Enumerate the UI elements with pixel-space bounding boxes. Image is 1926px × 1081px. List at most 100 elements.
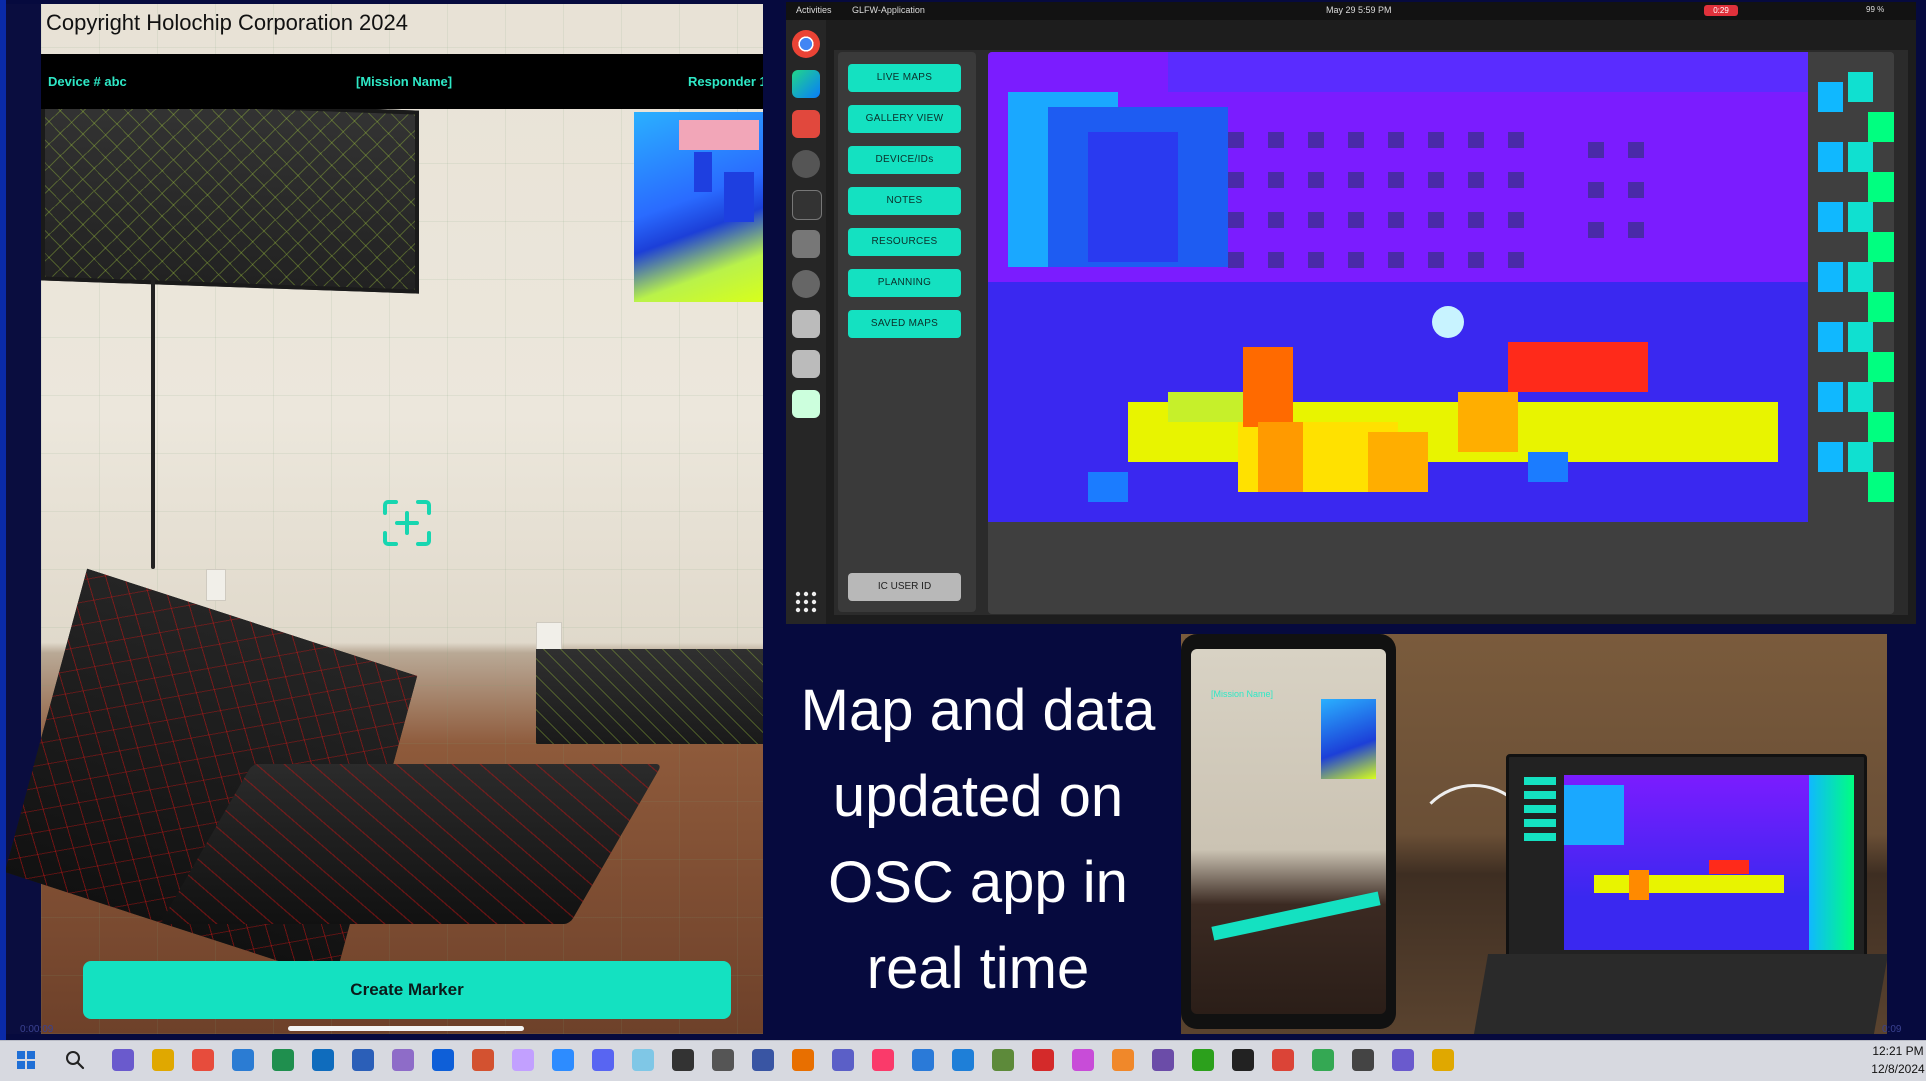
ubuntu-dock [786, 20, 826, 624]
home-indicator[interactable] [288, 1026, 524, 1031]
saved-maps-button[interactable]: SAVED MAPS [848, 310, 961, 338]
software-icon[interactable] [792, 270, 820, 298]
tablet-screen: [Mission Name] [1191, 649, 1386, 1014]
acrobat-icon[interactable] [1112, 1049, 1134, 1071]
settings-icon[interactable] [792, 150, 820, 178]
map-region [1368, 432, 1428, 492]
copilot-icon[interactable] [152, 1049, 174, 1071]
clion-icon[interactable] [792, 70, 820, 98]
notes-button[interactable]: NOTES [848, 187, 961, 215]
map-region [1088, 132, 1178, 262]
activities-menu[interactable]: Activities [796, 5, 832, 15]
document-icon[interactable] [792, 350, 820, 378]
task-view-icon[interactable] [112, 1049, 134, 1071]
files-icon[interactable] [792, 110, 820, 138]
paint-icon[interactable] [472, 1049, 494, 1071]
laptop-map-region [1594, 875, 1784, 893]
tor-icon[interactable] [1032, 1049, 1054, 1071]
windows-start-icon[interactable] [16, 1050, 36, 1070]
device-id-label: Device # abc [48, 74, 127, 89]
clapper-icon[interactable] [1232, 1049, 1254, 1071]
device-mesh [536, 649, 763, 744]
mission-name-label: [Mission Name] [356, 74, 453, 89]
itunes-icon[interactable] [952, 1049, 974, 1071]
quickbooks-icon[interactable] [1272, 1049, 1294, 1071]
zoom-icon[interactable] [632, 1049, 654, 1071]
live-maps-button[interactable]: LIVE MAPS [848, 64, 961, 92]
taskbar-time[interactable]: 12:21 PM [1870, 1044, 1926, 1058]
tree-icon[interactable] [1072, 1049, 1094, 1071]
caption-text: Map and data updated on OSC app in real … [768, 668, 1188, 1012]
tablet-mission-label: [Mission Name] [1211, 689, 1274, 699]
garmin-icon[interactable] [1312, 1049, 1334, 1071]
map-region [1258, 422, 1303, 492]
tablet-create-marker [1211, 891, 1381, 941]
ic-user-id-button[interactable]: IC USER ID [848, 573, 961, 601]
live-3d-map[interactable] [988, 52, 1894, 614]
resources-button[interactable]: RESOURCES [848, 228, 961, 256]
os-icon[interactable] [1192, 1049, 1214, 1071]
notes-icon[interactable] [712, 1049, 734, 1071]
slack-icon[interactable] [272, 1049, 294, 1071]
battery-label: 99 % [1866, 5, 1885, 14]
taskbar-date[interactable]: 12/8/2024 [1870, 1062, 1926, 1076]
ubuntu-desktop-screenshot: Activities GLFW-Application May 29 5:59 … [786, 2, 1916, 624]
discord-icon[interactable] [672, 1049, 694, 1071]
caption-line: updated on [832, 764, 1124, 829]
teams-icon[interactable] [912, 1049, 934, 1071]
outlook-icon[interactable] [392, 1049, 414, 1071]
app-name-label[interactable]: GLFW-Application [852, 5, 925, 15]
gear-icon[interactable] [792, 230, 820, 258]
terminal-icon[interactable] [792, 1049, 814, 1071]
planning-button[interactable]: PLANNING [848, 269, 961, 297]
laptop-map [1564, 775, 1854, 950]
tablet-mini-map [1321, 699, 1376, 779]
laptop-map-region [1809, 775, 1854, 950]
user-position-marker [1432, 306, 1464, 338]
chrome-icon[interactable] [792, 30, 820, 58]
laptop-keyboard [1473, 954, 1887, 1034]
globe-icon[interactable] [992, 1049, 1014, 1071]
laptop-map-region [1709, 860, 1749, 874]
document-icon[interactable] [792, 310, 820, 338]
word-icon[interactable] [432, 1049, 454, 1071]
file-explorer-icon[interactable] [192, 1049, 214, 1071]
chrome-alt-icon[interactable] [1392, 1049, 1414, 1071]
demo-photo: [Mission Name] [1181, 634, 1887, 1034]
mini-map-region [679, 120, 759, 150]
trash-icon[interactable] [792, 390, 820, 418]
laptop-screen [1506, 754, 1867, 960]
store-icon[interactable] [232, 1049, 254, 1071]
phone-ar-view: Copyright Holochip Corporation 2024 Devi… [6, 4, 763, 1034]
map-region [1458, 392, 1518, 452]
clock[interactable]: May 29 5:59 PM [1326, 5, 1392, 15]
matlab-icon[interactable] [872, 1049, 894, 1071]
photos-icon[interactable] [1152, 1049, 1174, 1071]
app-grid-icon[interactable] [792, 588, 820, 616]
caption-line: Map and data [800, 678, 1156, 743]
add-marker-reticle-icon[interactable] [381, 499, 433, 547]
chrome-icon[interactable] [1352, 1049, 1374, 1071]
edge-icon[interactable] [312, 1049, 334, 1071]
terminal-icon[interactable] [792, 190, 822, 220]
powerpoint-icon[interactable] [552, 1049, 574, 1071]
media-player-icon[interactable] [1432, 1049, 1454, 1071]
chat-icon[interactable] [592, 1049, 614, 1071]
create-marker-button[interactable]: Create Marker [83, 961, 731, 1019]
visio-icon[interactable] [832, 1049, 854, 1071]
map-region [1168, 52, 1808, 92]
laptop-map-region [1564, 785, 1624, 845]
mini-map-region [694, 152, 712, 192]
map-region [1088, 472, 1128, 502]
teamviewer-icon[interactable] [512, 1049, 534, 1071]
mini-map[interactable] [634, 112, 763, 302]
map-region [1508, 342, 1648, 392]
recording-indicator[interactable]: 0:29 [1704, 5, 1738, 16]
laptop-sidebar [1524, 777, 1556, 927]
device-ids-button[interactable]: DEVICE/IDs [848, 146, 961, 174]
excel-icon[interactable] [352, 1049, 374, 1071]
map-region [1528, 452, 1568, 482]
inkscape-icon[interactable] [752, 1049, 774, 1071]
search-icon[interactable] [64, 1049, 86, 1071]
gallery-view-button[interactable]: GALLERY VIEW [848, 105, 961, 133]
